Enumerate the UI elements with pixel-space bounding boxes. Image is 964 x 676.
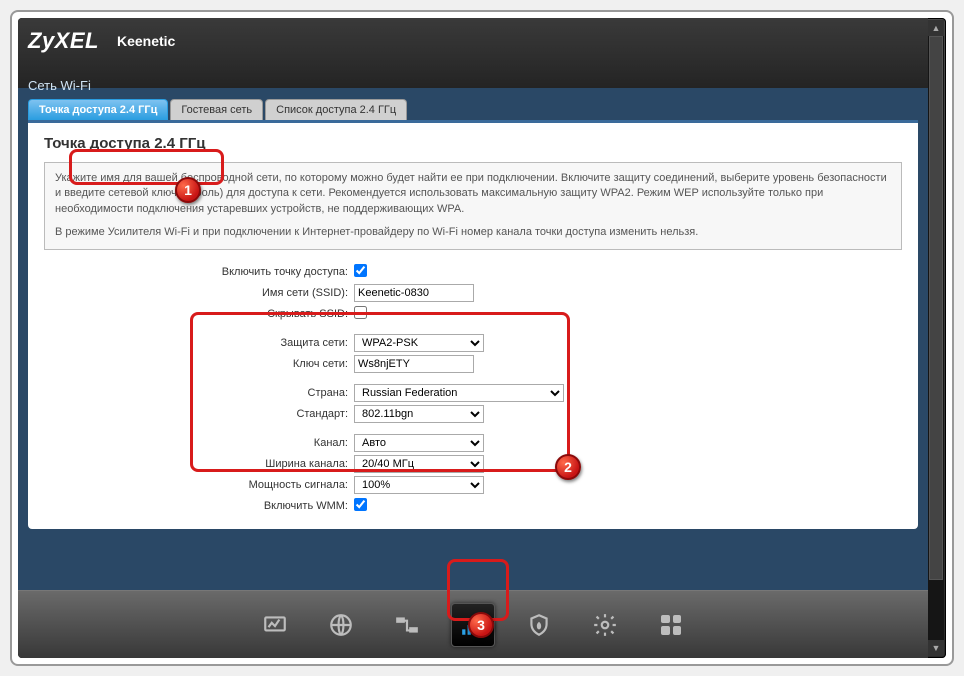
- grid-icon: [661, 615, 681, 635]
- scroll-up-button[interactable]: ▲: [928, 20, 944, 36]
- toolbar-globe-button[interactable]: [319, 603, 363, 647]
- toolbar-network-button[interactable]: [385, 603, 429, 647]
- description-text-2: В режиме Усилителя Wi-Fi и при подключен…: [55, 225, 891, 240]
- scroll-down-button[interactable]: ▼: [928, 640, 944, 656]
- brand-logo: ZyXEL: [28, 28, 99, 54]
- panel-title: Точка доступа 2.4 ГГц: [44, 135, 902, 152]
- security-select[interactable]: WPA2-PSK: [354, 334, 484, 352]
- scroll-track[interactable]: [928, 36, 944, 640]
- width-select[interactable]: 20/40 МГц: [354, 455, 484, 473]
- country-select[interactable]: Russian Federation: [354, 384, 564, 402]
- ssid-label: Имя сети (SSID):: [44, 287, 354, 299]
- country-label: Страна:: [44, 387, 354, 399]
- tab-access-list[interactable]: Список доступа 2.4 ГГц: [265, 99, 407, 120]
- power-label: Мощность сигнала:: [44, 479, 354, 491]
- signal-bars-icon: [460, 612, 486, 638]
- monitor-icon: [262, 612, 288, 638]
- wmm-checkbox[interactable]: [354, 498, 367, 511]
- enable-ap-label: Включить точку доступа:: [44, 266, 354, 278]
- shield-flame-icon: [526, 612, 552, 638]
- outer-frame: ▲ ▼ ZyXEL Keenetic Сеть Wi-Fi Точка дост…: [10, 10, 954, 666]
- section-title: Сеть Wi-Fi: [28, 78, 918, 93]
- settings-form: Включить точку доступа: Имя сети (SSID):…: [44, 262, 902, 517]
- enable-ap-checkbox[interactable]: [354, 264, 367, 277]
- channel-label: Канал:: [44, 437, 354, 449]
- toolbar-wifi-button[interactable]: [451, 603, 495, 647]
- channel-select[interactable]: Авто: [354, 434, 484, 452]
- network-key-input[interactable]: [354, 355, 474, 373]
- tab-access-point[interactable]: Точка доступа 2.4 ГГц: [28, 99, 168, 120]
- power-select[interactable]: 100%: [354, 476, 484, 494]
- description-box: Укажите имя для вашей беспроводной сети,…: [44, 162, 902, 250]
- scroll-thumb[interactable]: [929, 36, 943, 580]
- description-text-1: Укажите имя для вашей беспроводной сети,…: [55, 171, 891, 217]
- network-icon: [394, 612, 420, 638]
- vertical-scrollbar[interactable]: ▲ ▼: [928, 20, 944, 656]
- app-window: ▲ ▼ ZyXEL Keenetic Сеть Wi-Fi Точка дост…: [18, 18, 946, 658]
- ssid-input[interactable]: [354, 284, 474, 302]
- toolbar-firewall-button[interactable]: [517, 603, 561, 647]
- hide-ssid-label: Скрывать SSID:: [44, 308, 354, 320]
- model-name: Keenetic: [117, 33, 175, 49]
- toolbar-settings-button[interactable]: [583, 603, 627, 647]
- tab-bar: Точка доступа 2.4 ГГц Гостевая сеть Спис…: [28, 99, 918, 123]
- globe-icon: [328, 612, 354, 638]
- toolbar-apps-button[interactable]: [649, 603, 693, 647]
- toolbar-monitor-button[interactable]: [253, 603, 297, 647]
- standard-select[interactable]: 802.11bgn: [354, 405, 484, 423]
- content-area: ZyXEL Keenetic Сеть Wi-Fi Точка доступа …: [18, 18, 928, 590]
- standard-label: Стандарт:: [44, 408, 354, 420]
- tab-guest-network[interactable]: Гостевая сеть: [170, 99, 263, 120]
- bottom-toolbar: [18, 590, 928, 658]
- width-label: Ширина канала:: [44, 458, 354, 470]
- gear-icon: [592, 612, 618, 638]
- wmm-label: Включить WMM:: [44, 500, 354, 512]
- key-label: Ключ сети:: [44, 358, 354, 370]
- security-label: Защита сети:: [44, 337, 354, 349]
- settings-panel: Точка доступа 2.4 ГГц Укажите имя для ва…: [28, 123, 918, 529]
- hide-ssid-checkbox[interactable]: [354, 306, 367, 319]
